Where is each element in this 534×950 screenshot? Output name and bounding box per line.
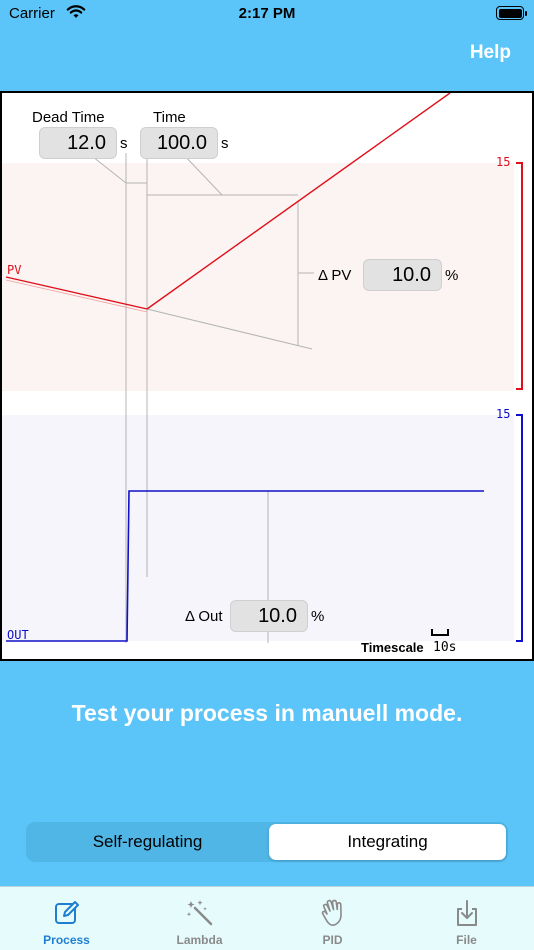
process-type-segmented-control: Self-regulating Integrating (26, 822, 508, 862)
tab-lambda[interactable]: Lambda (133, 887, 266, 950)
integrating-option[interactable]: Integrating (269, 824, 506, 860)
tab-pid-label: PID (322, 933, 343, 947)
instruction-text: Test your process in manuell mode. (71, 700, 463, 726)
magic-wand-icon (186, 900, 212, 926)
dead-time-label: Dead Time (32, 109, 105, 126)
help-button[interactable]: Help (470, 42, 511, 64)
chart-canvas (2, 93, 523, 643)
tab-file[interactable]: File (400, 887, 533, 950)
pv-tag: PV (7, 263, 22, 277)
delta-pv-unit: % (445, 267, 459, 284)
delta-out-input[interactable]: 10.0 (230, 600, 308, 632)
hand-wave-icon (321, 899, 342, 926)
out-tag: OUT (7, 628, 29, 642)
delta-out-label: Δ Out (185, 608, 223, 625)
delta-pv-input[interactable]: 10.0 (363, 259, 442, 291)
out-scale-bracket (516, 414, 523, 642)
delta-out-unit: % (311, 608, 325, 625)
battery-icon (496, 6, 527, 20)
tab-bar: Process Lambda PID File (0, 886, 534, 950)
out-scale-max: 15 (496, 407, 511, 421)
delta-pv-label: Δ PV (318, 267, 352, 284)
clock: 2:17 PM (238, 5, 296, 22)
tab-process-label: Process (43, 933, 90, 947)
download-tray-icon (456, 900, 477, 926)
tab-file-label: File (456, 933, 477, 947)
tab-process[interactable]: Process (0, 887, 133, 950)
tab-pid[interactable]: PID (266, 887, 399, 950)
pv-scale-bracket (516, 162, 523, 390)
time-label: Time (153, 109, 186, 126)
dead-time-unit: s (120, 135, 128, 152)
time-unit: s (221, 135, 229, 152)
time-input[interactable]: 100.0 (140, 127, 218, 159)
edit-square-icon (54, 901, 79, 924)
tab-lambda-label: Lambda (176, 933, 223, 947)
process-chart: Dead Time 12.0 s Time 100.0 s Δ PV 10.0 … (0, 91, 534, 661)
self-regulating-option[interactable]: Self-regulating (28, 824, 267, 860)
status-bar: Carrier 2:17 PM (0, 0, 534, 30)
dead-time-input[interactable]: 12.0 (39, 127, 117, 159)
timescale-value: 10s (433, 640, 457, 655)
pv-scale-max: 15 (496, 155, 511, 169)
timescale-label: Timescale (361, 640, 424, 655)
